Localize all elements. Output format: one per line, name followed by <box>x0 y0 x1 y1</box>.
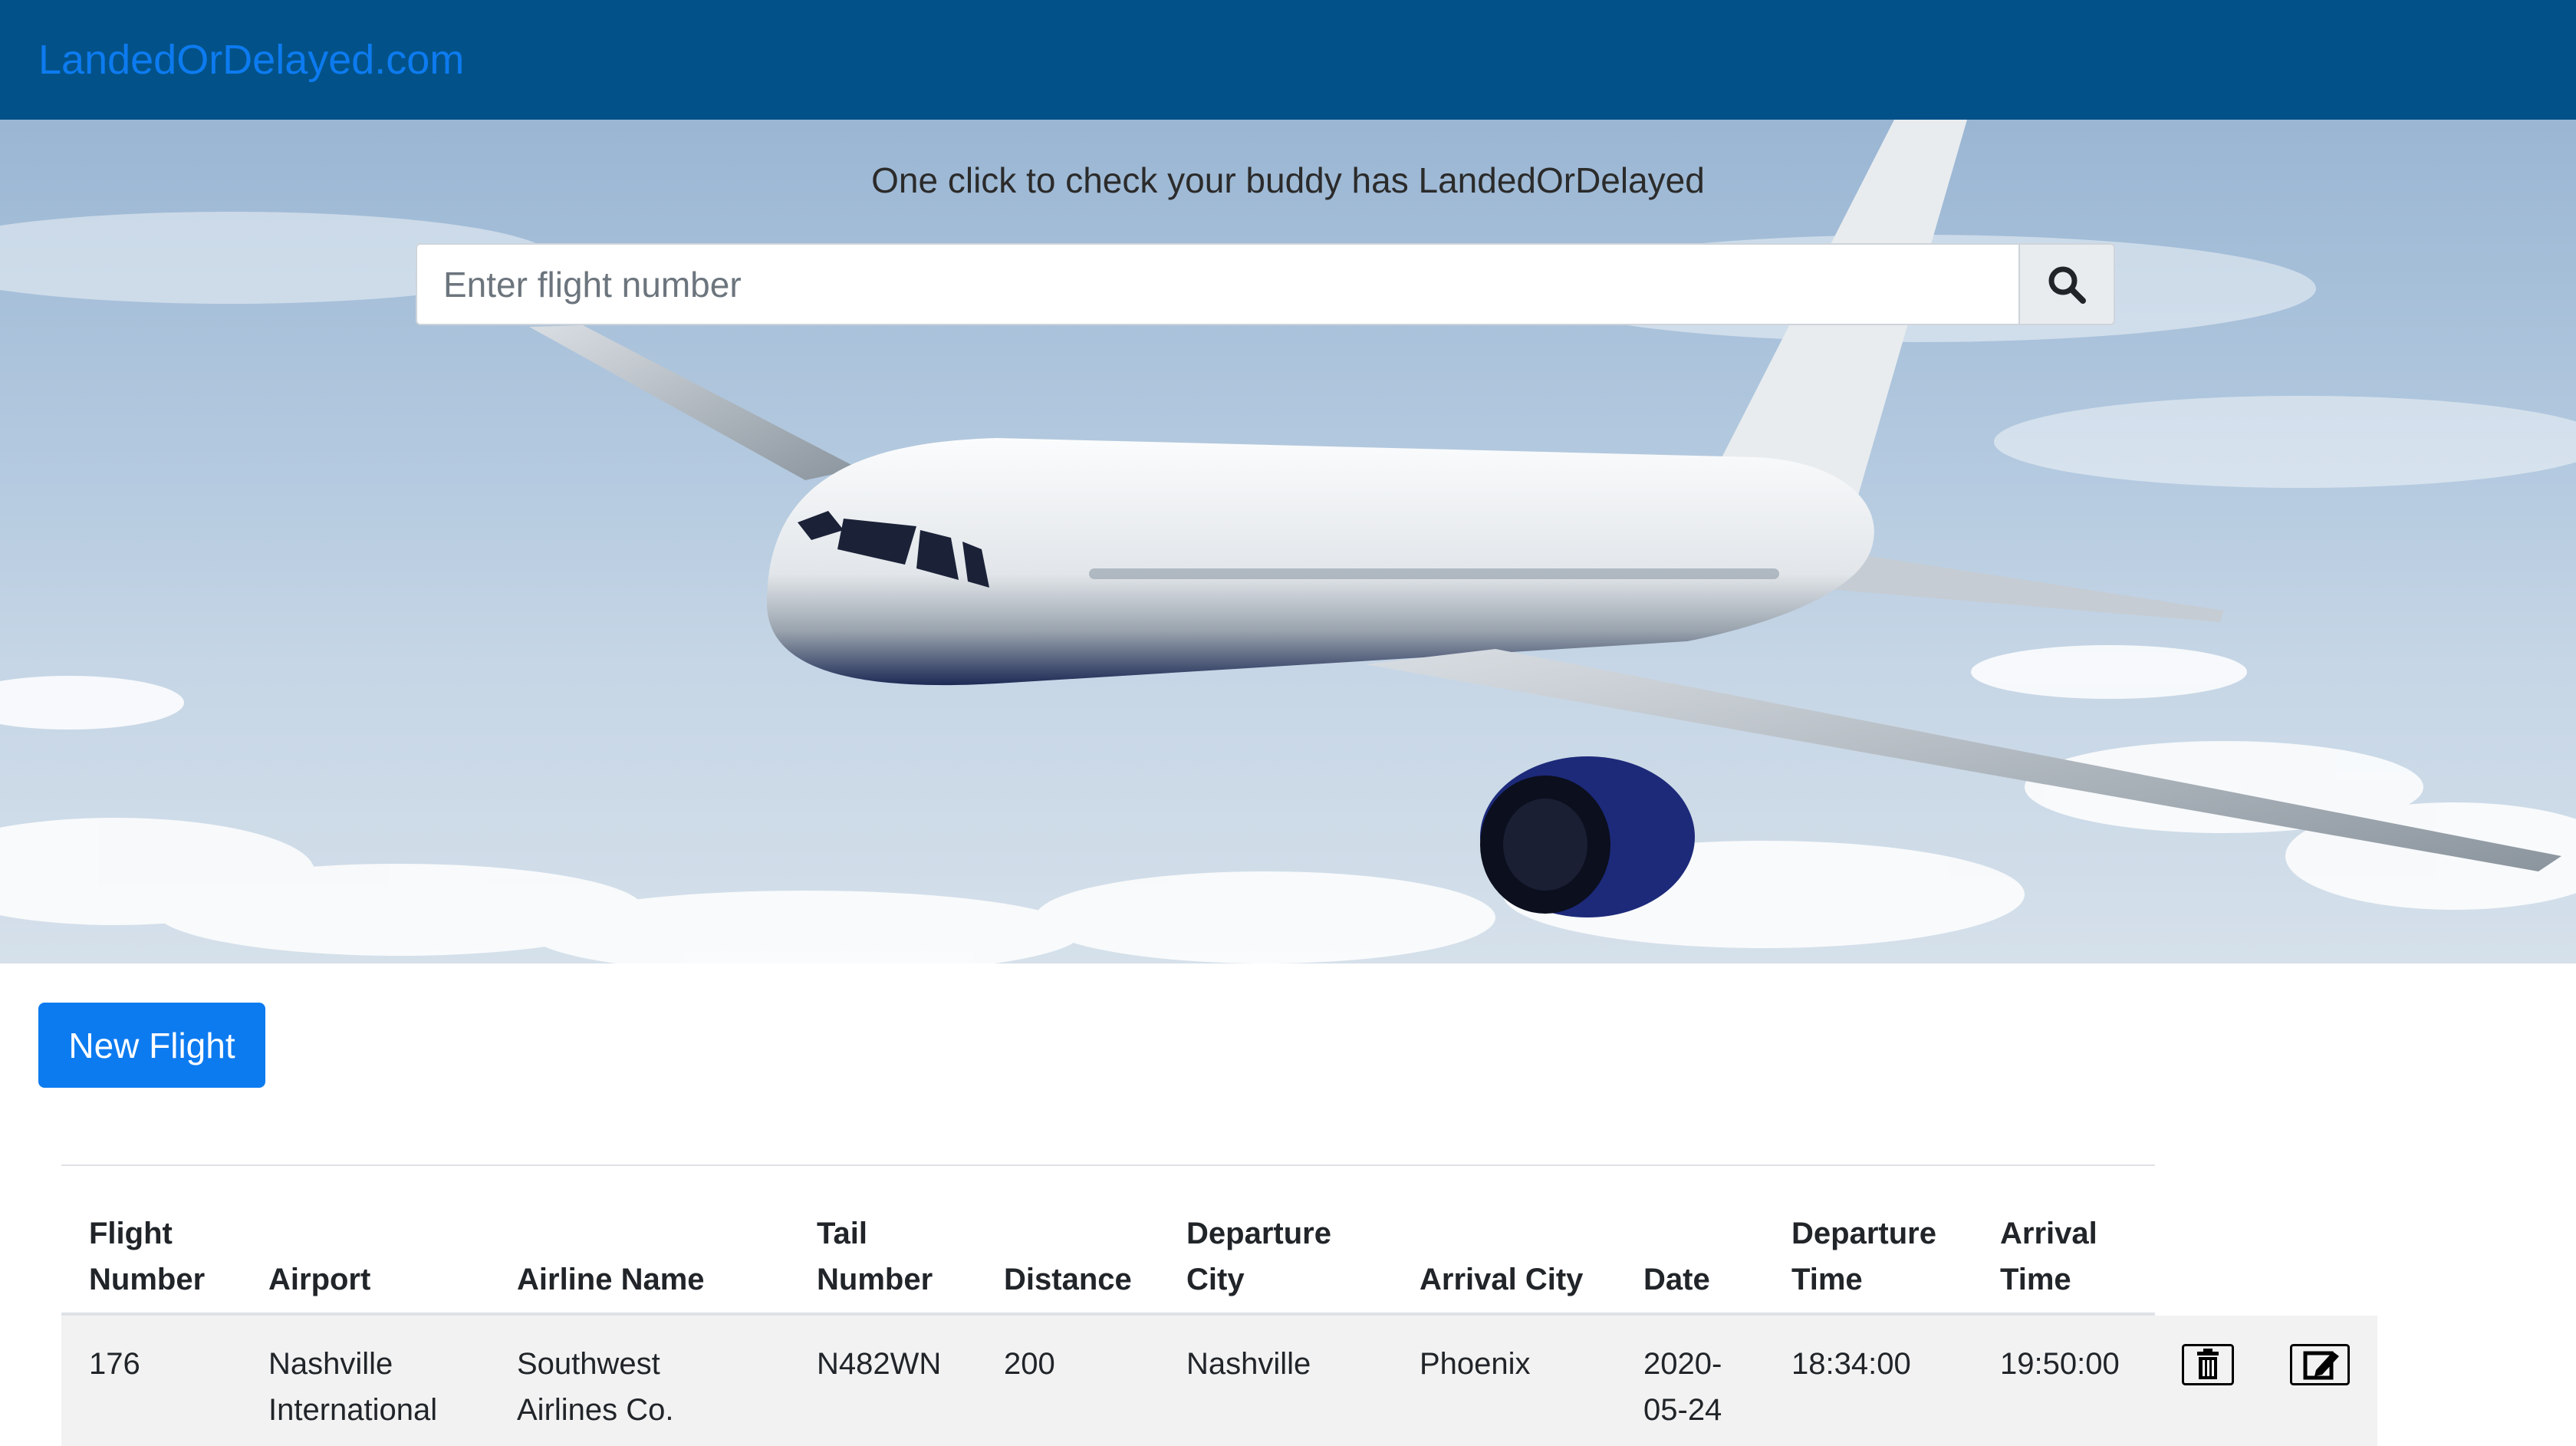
edit-icon <box>2290 1344 2350 1385</box>
cell-departure-city: Nashville <box>1186 1347 1311 1381</box>
header-date: Date <box>1643 1263 1710 1296</box>
cell-flight-number: 176 <box>89 1347 140 1381</box>
header-tail-number: Tail Number <box>817 1217 933 1296</box>
hero-tagline: One click to check your buddy has Landed… <box>871 160 1705 200</box>
header-arrival-time: Arrival Time <box>2000 1217 2097 1296</box>
brand-link[interactable]: LandedOrDelayed.com <box>38 36 464 84</box>
navbar: LandedOrDelayed.com <box>0 0 2576 120</box>
cell-airline-name: Southwest Airlines Co. <box>517 1347 674 1427</box>
flight-search-bar <box>416 243 2115 325</box>
cell-departure-time: 18:34:00 <box>1791 1347 1911 1381</box>
cell-airport: Nashville International <box>268 1347 438 1427</box>
cell-distance: 200 <box>1004 1347 1055 1381</box>
cell-arrival-city: Phoenix <box>1420 1347 1531 1381</box>
edit-flight-button[interactable] <box>2290 1344 2350 1385</box>
header-departure-city: Departure City <box>1186 1217 1331 1296</box>
table-top-border <box>61 1164 2155 1166</box>
flight-number-input[interactable] <box>416 243 2018 325</box>
cell-tail-number: N482WN <box>817 1347 942 1381</box>
delete-flight-button[interactable] <box>2182 1344 2234 1385</box>
hero-banner: One click to check your buddy has Landed… <box>0 120 2576 963</box>
cell-arrival-time: 19:50:00 <box>2000 1347 2120 1381</box>
header-airline-name: Airline Name <box>517 1263 705 1296</box>
search-icon <box>2048 266 2086 304</box>
header-departure-time: Departure Time <box>1791 1217 1936 1296</box>
search-button[interactable] <box>2018 243 2115 325</box>
cell-date: 2020- 05-24 <box>1643 1347 1722 1427</box>
header-arrival-city: Arrival City <box>1420 1263 1584 1296</box>
header-distance: Distance <box>1004 1263 1132 1296</box>
new-flight-button[interactable]: New Flight <box>38 1003 265 1088</box>
header-flight-number: Flight Number <box>89 1217 206 1296</box>
trash-icon <box>2182 1344 2234 1385</box>
header-airport: Airport <box>268 1263 371 1296</box>
